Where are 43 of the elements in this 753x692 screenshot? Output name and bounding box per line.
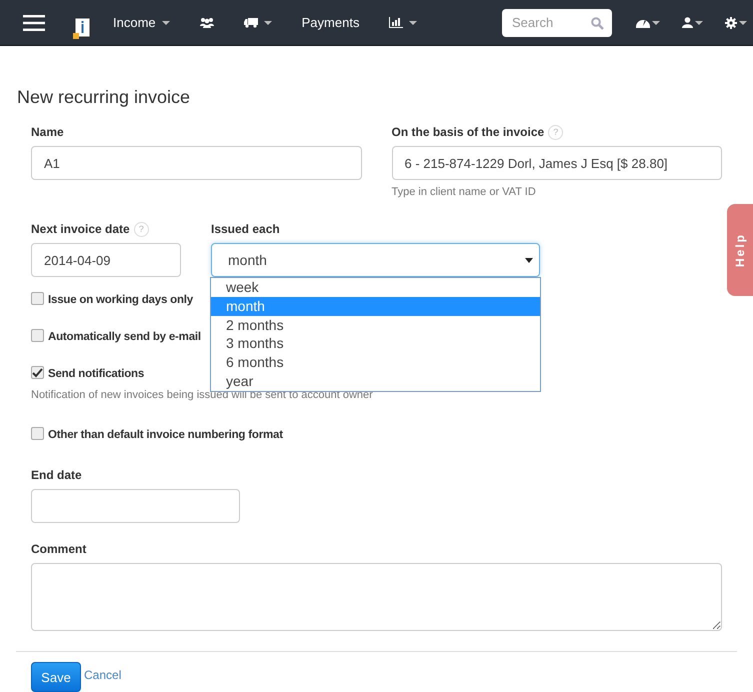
cancel-link[interactable]: Cancel (84, 668, 122, 682)
user-icon (682, 17, 693, 28)
checkbox[interactable] (31, 366, 44, 379)
logo-icon[interactable] (73, 16, 91, 38)
field-label: End date (31, 468, 82, 482)
dropdown-option[interactable]: 6 months (211, 353, 540, 372)
field-label: Issued each (211, 222, 280, 236)
field-label: Comment (31, 542, 86, 556)
text-field[interactable]: A1 (31, 146, 362, 180)
caret-icon (525, 258, 533, 262)
dashboard-icon (636, 18, 650, 28)
dropdown[interactable]: month (211, 243, 540, 277)
menu-icon (23, 14, 45, 30)
nav-menu-item[interactable]: Income (105, 8, 178, 38)
checkbox[interactable] (31, 427, 44, 440)
gear-icon (725, 16, 737, 28)
checkbox-label: Issue on working days only (48, 294, 193, 306)
checkbox-label: Automatically send by e-mail (48, 331, 201, 343)
checkbox[interactable] (31, 329, 44, 342)
menu-button[interactable] (23, 14, 45, 30)
field-label: Next invoice date (31, 222, 130, 236)
nav-menu-item[interactable]: Payments (294, 8, 368, 38)
page-title: New recurring invoice (17, 87, 192, 107)
comment-field[interactable] (31, 563, 722, 631)
checkbox-label: Other than default invoice numbering format (48, 429, 283, 441)
field-label: Name (31, 125, 64, 139)
truck-icon (244, 17, 258, 28)
dropdown-option[interactable]: week (211, 278, 540, 297)
search-icon (591, 16, 604, 30)
save-button[interactable]: Save (31, 662, 81, 692)
dropdown-option[interactable]: 2 months (211, 316, 540, 334)
dropdown-option[interactable]: 3 months (211, 334, 540, 354)
date-field[interactable] (31, 489, 240, 523)
search-field[interactable]: Search (502, 8, 612, 36)
checkbox[interactable] (31, 292, 44, 305)
date-field[interactable]: 2014-04-09 (31, 243, 181, 277)
field-label: On the basis of the invoice (392, 125, 544, 139)
hint-text: Type in client name or VAT ID (392, 186, 537, 198)
dropdown-option[interactable]: year (211, 372, 540, 391)
bar-chart-icon (389, 17, 404, 28)
people-icon (200, 17, 214, 28)
checkbox-label: Send notifications (48, 368, 144, 380)
text-field[interactable]: 6 - 215-874-1229 Dorl, James J Esq [$ 28.80] (392, 146, 722, 180)
